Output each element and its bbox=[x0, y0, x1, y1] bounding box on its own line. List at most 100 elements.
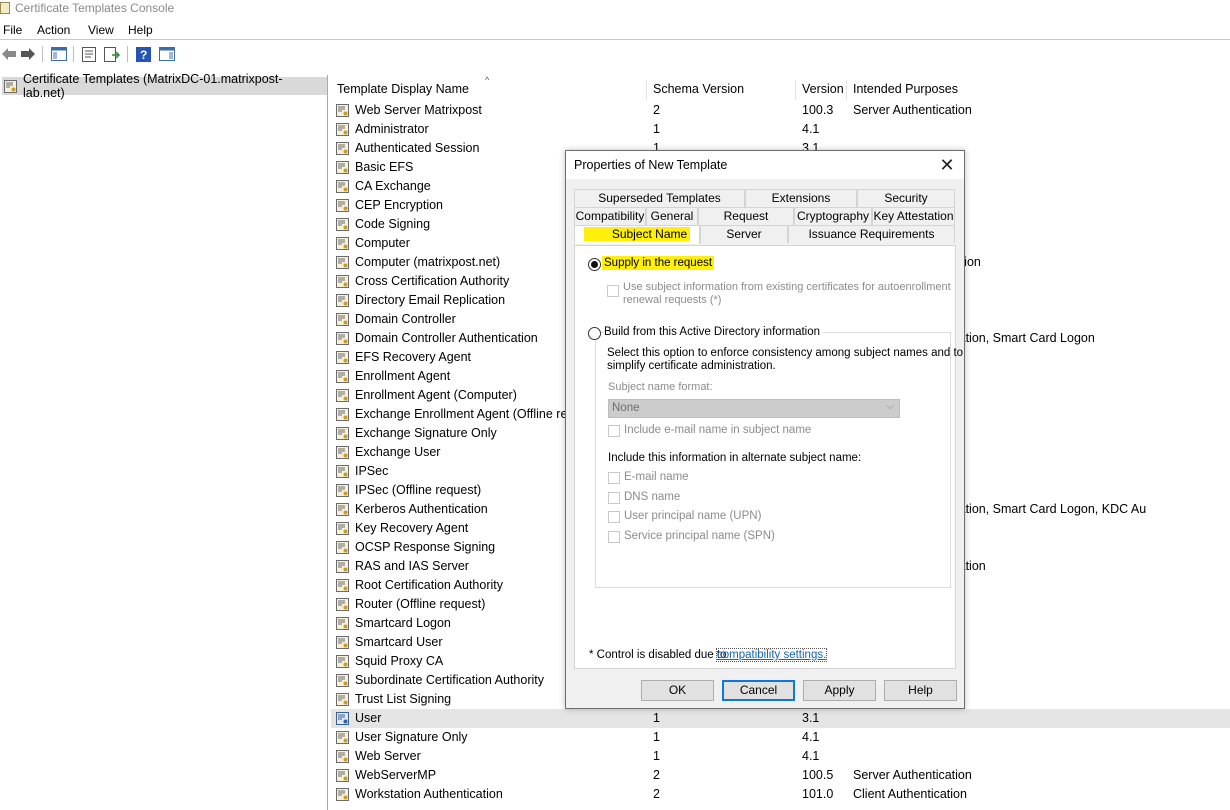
cancel-button[interactable]: Cancel bbox=[722, 680, 795, 701]
table-row[interactable]: Web Server 1 4.1 bbox=[331, 747, 1230, 766]
use-existing-subject-label-line1: Use subject information from existing ce… bbox=[623, 281, 951, 293]
template-name: IPSec bbox=[355, 464, 389, 478]
certificate-template-icon bbox=[336, 693, 349, 706]
supply-in-request-radio[interactable] bbox=[588, 258, 601, 271]
template-name-cell: Domain Controller bbox=[336, 310, 456, 329]
template-name: Smartcard User bbox=[355, 635, 443, 649]
certificate-template-icon bbox=[336, 446, 349, 459]
version-cell: 100.3 bbox=[802, 103, 834, 117]
tab-superseded-templates[interactable]: Superseded Templates bbox=[574, 189, 745, 207]
template-name: Domain Controller bbox=[355, 312, 456, 326]
template-name: Basic EFS bbox=[355, 160, 414, 174]
tree-item-certificate-templates[interactable]: Certificate Templates (MatrixDC-01.matri… bbox=[2, 72, 327, 100]
column-header-template-display-name[interactable]: Template Display Name ^ bbox=[331, 75, 647, 100]
forward-arrow-icon[interactable] bbox=[19, 45, 37, 63]
tab-subject-name[interactable]: Subject Name bbox=[574, 225, 700, 244]
compatibility-settings-link[interactable]: compatibility settings. bbox=[715, 648, 828, 662]
certificate-template-icon bbox=[336, 389, 349, 402]
alt-upn-checkbox[interactable] bbox=[608, 511, 620, 523]
certificate-template-icon bbox=[336, 484, 349, 497]
toolbar-separator bbox=[42, 46, 43, 62]
alt-spn-checkbox[interactable] bbox=[608, 531, 620, 543]
table-row[interactable]: WebServerMP 2 100.5 Server Authentication bbox=[331, 766, 1230, 785]
version-cell: 4.1 bbox=[802, 122, 820, 136]
template-name-cell: Enrollment Agent bbox=[336, 367, 450, 386]
certificate-template-icon bbox=[336, 161, 349, 174]
alt-spn-label: Service principal name (SPN) bbox=[624, 530, 775, 542]
template-name-cell: Key Recovery Agent bbox=[336, 519, 468, 538]
ok-button[interactable]: OK bbox=[641, 680, 714, 701]
build-from-ad-radio[interactable] bbox=[588, 327, 601, 340]
export-list-icon[interactable] bbox=[103, 45, 121, 63]
alt-email-label: E-mail name bbox=[624, 471, 689, 483]
template-name-cell: User bbox=[336, 709, 381, 728]
tab-general[interactable]: General bbox=[646, 207, 698, 225]
template-name-cell: Web Server bbox=[336, 747, 421, 766]
tab-server[interactable]: Server bbox=[700, 225, 788, 243]
template-name: Workstation Authentication bbox=[355, 787, 503, 801]
menu-view[interactable]: View bbox=[88, 23, 114, 37]
intended-purposes-cell: Server Authentication bbox=[853, 103, 972, 117]
chevron-down-icon: ⌵ bbox=[886, 401, 894, 412]
dialog-title: Properties of New Template bbox=[574, 158, 728, 172]
subject-name-format-select[interactable]: None ⌵ bbox=[608, 399, 900, 418]
template-name: Code Signing bbox=[355, 217, 431, 231]
show-hide-tree-icon[interactable] bbox=[50, 45, 68, 63]
tree-item-label: Certificate Templates (MatrixDC-01.matri… bbox=[23, 72, 283, 100]
menu-action[interactable]: Action bbox=[37, 23, 70, 37]
action-pane-icon[interactable] bbox=[158, 45, 176, 63]
template-name-cell: Basic EFS bbox=[336, 158, 413, 177]
template-name-cell: Computer (matrixpost.net) bbox=[336, 253, 500, 272]
table-row[interactable]: Workstation Authentication 2 101.0 Client A… bbox=[331, 785, 1230, 804]
menu-file[interactable]: File bbox=[3, 23, 22, 37]
help-icon[interactable]: ? bbox=[134, 45, 152, 63]
column-header-version[interactable]: Version bbox=[796, 80, 847, 100]
alt-dns-checkbox[interactable] bbox=[608, 492, 620, 504]
column-header-schema-version[interactable]: Schema Version bbox=[647, 80, 796, 100]
tab-request-handling[interactable]: Request Handling bbox=[698, 207, 794, 240]
table-row[interactable]: Administrator 1 4.1 bbox=[331, 120, 1230, 139]
tab-security[interactable]: Security bbox=[857, 189, 955, 207]
back-arrow-icon[interactable] bbox=[0, 45, 18, 63]
tab-key-attestation[interactable]: Key Attestation bbox=[872, 207, 955, 225]
table-row[interactable]: User Signature Only 1 4.1 bbox=[331, 728, 1230, 747]
include-email-checkbox[interactable] bbox=[608, 425, 620, 437]
version-cell: 100.5 bbox=[802, 768, 834, 782]
close-icon[interactable]: ✕ bbox=[936, 154, 958, 176]
menu-help[interactable]: Help bbox=[128, 23, 153, 37]
tab-compatibility[interactable]: Compatibility bbox=[574, 207, 646, 225]
certificate-template-icon bbox=[336, 256, 349, 269]
template-name: Authenticated Session bbox=[355, 141, 480, 155]
template-name: Subordinate Certification Authority bbox=[355, 673, 544, 687]
table-row[interactable]: User 1 3.1 bbox=[331, 709, 1230, 728]
tab-subject-name-label: Subject Name bbox=[583, 227, 691, 241]
template-name: Trust List Signing bbox=[355, 692, 452, 706]
intended-purposes-cell: Server Authentication bbox=[853, 768, 972, 782]
template-name: Exchange User bbox=[355, 445, 441, 459]
certificate-template-icon bbox=[336, 788, 349, 801]
template-name: Squid Proxy CA bbox=[355, 654, 444, 668]
template-name-cell: IPSec (Offline request) bbox=[336, 481, 481, 500]
certificate-template-icon bbox=[4, 79, 17, 93]
template-name: Exchange Enrollment Agent (Offline req bbox=[355, 407, 575, 421]
table-row[interactable]: Web Server Matrixpost 2 100.3 Server Authen… bbox=[331, 101, 1230, 120]
properties-icon[interactable] bbox=[80, 45, 98, 63]
certificate-template-icon bbox=[336, 522, 349, 535]
help-button[interactable]: Help bbox=[884, 680, 957, 701]
schema-version-cell: 1 bbox=[653, 122, 660, 136]
apply-button[interactable]: Apply bbox=[803, 680, 876, 701]
template-name: CA Exchange bbox=[355, 179, 431, 193]
sort-ascending-icon: ^ bbox=[485, 75, 490, 85]
tab-cryptography[interactable]: Cryptography bbox=[794, 207, 872, 225]
schema-version-cell: 2 bbox=[653, 787, 660, 801]
tab-extensions[interactable]: Extensions bbox=[745, 189, 857, 207]
subject-name-format-value: None bbox=[612, 402, 640, 414]
schema-version-cell: 1 bbox=[653, 749, 660, 763]
template-name-cell: Squid Proxy CA bbox=[336, 652, 443, 671]
alt-email-checkbox[interactable] bbox=[608, 472, 620, 484]
use-existing-subject-checkbox[interactable] bbox=[607, 285, 619, 297]
tab-issuance-requirements[interactable]: Issuance Requirements bbox=[788, 225, 955, 243]
template-name: Directory Email Replication bbox=[355, 293, 506, 307]
column-header-intended-purposes[interactable]: Intended Purposes bbox=[847, 80, 1230, 100]
template-name: CEP Encryption bbox=[355, 198, 444, 212]
